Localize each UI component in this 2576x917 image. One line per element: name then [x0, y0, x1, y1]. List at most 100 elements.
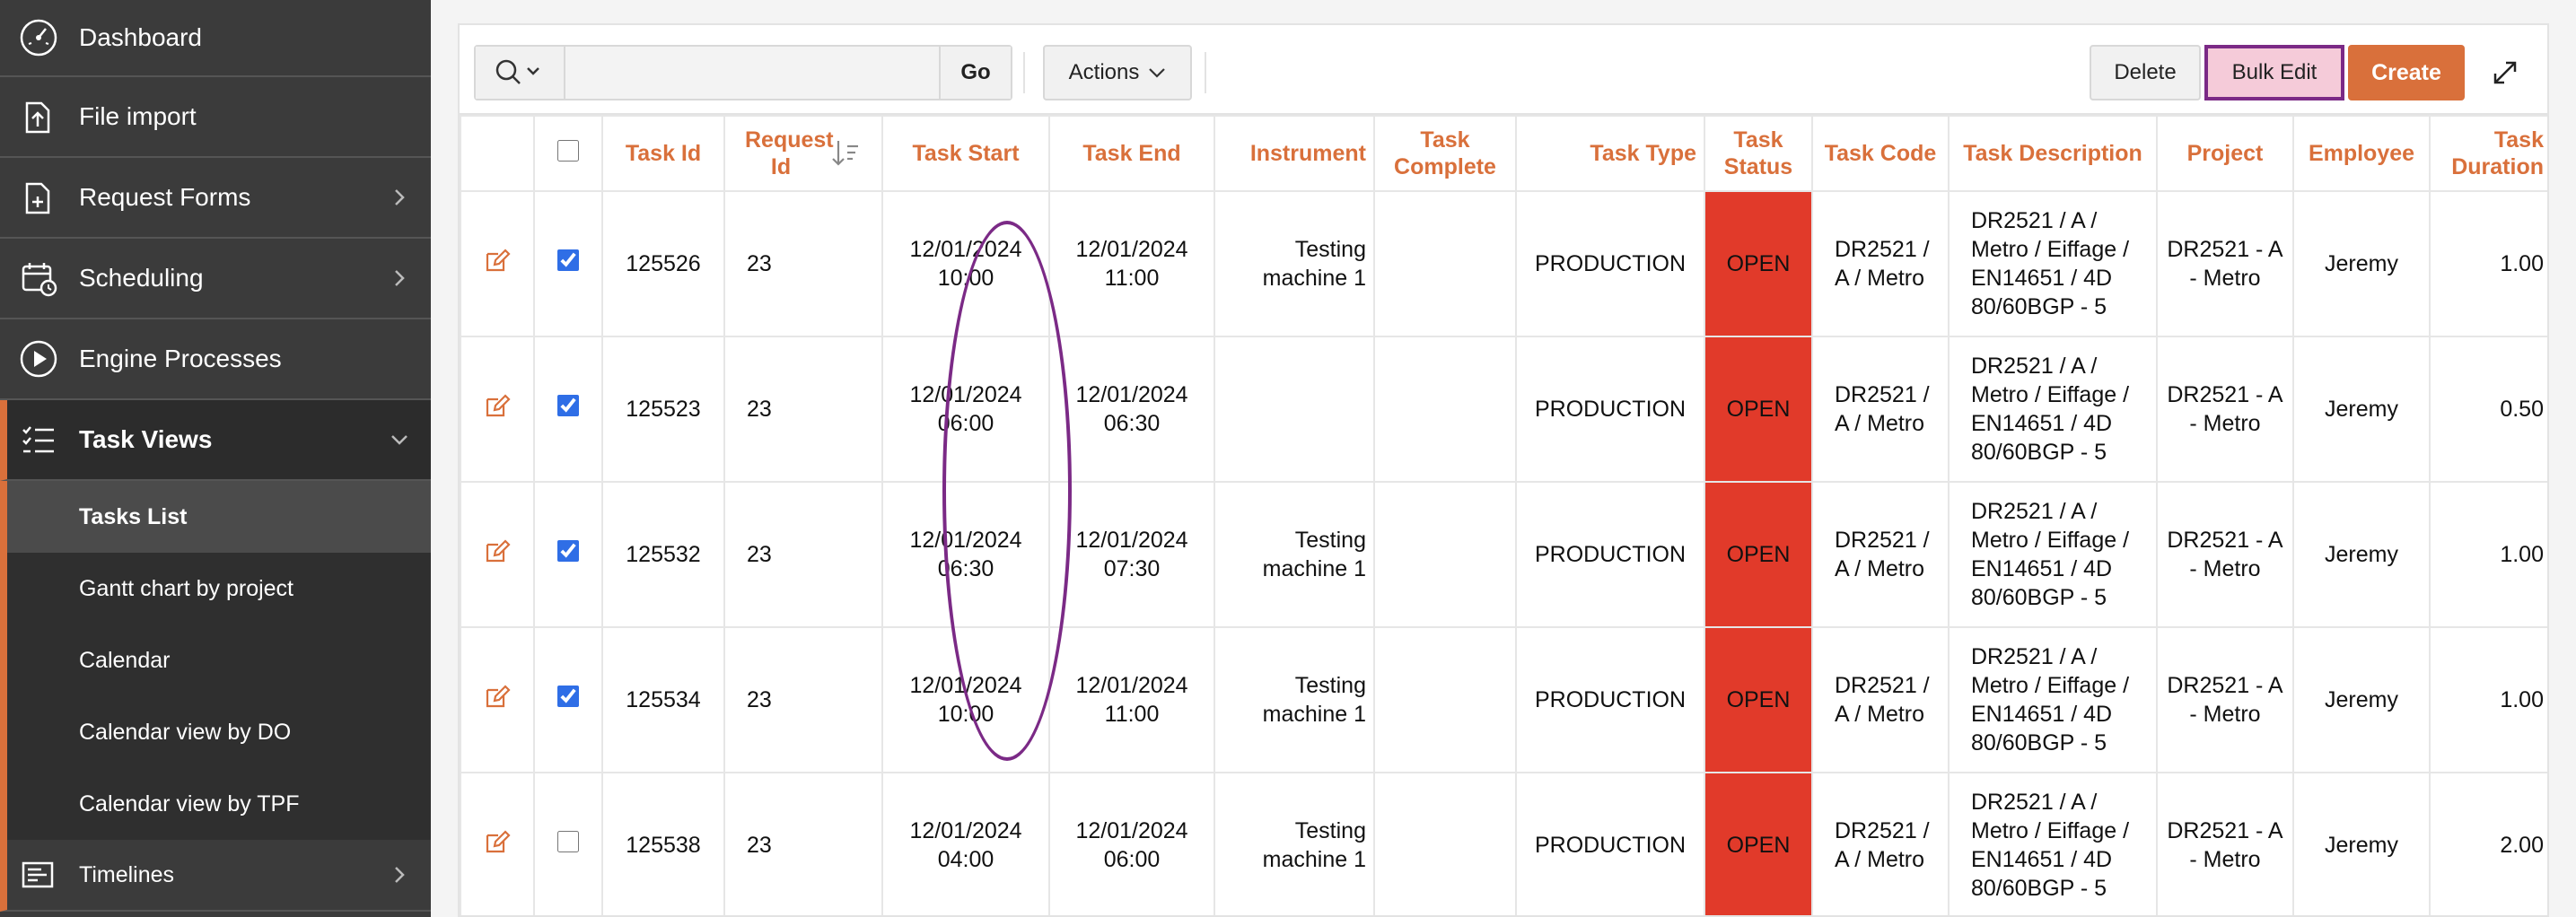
edit-icon[interactable]: [484, 247, 511, 274]
sub-nav-calendar-view-by-tpf[interactable]: Calendar view by TPF: [7, 768, 431, 840]
file-upload-icon: [18, 96, 59, 137]
column-header-task-duration[interactable]: Task Duration: [2429, 115, 2547, 192]
delete-button[interactable]: Delete: [2090, 45, 2201, 100]
edit-icon[interactable]: [484, 392, 511, 419]
cell-task-duration: 1.00: [2429, 190, 2547, 337]
column-header-employee[interactable]: Employee: [2292, 115, 2431, 192]
cell-instrument: Testing machine 1: [1214, 190, 1375, 337]
expand-icon: [2493, 61, 2517, 84]
cell-task-type: PRODUCTION: [1515, 190, 1705, 337]
cell-task-id: 125532: [601, 481, 725, 628]
create-button[interactable]: Create: [2348, 45, 2465, 100]
nav-item-request-forms[interactable]: Request Forms: [0, 158, 431, 239]
sub-nav-tasks-list[interactable]: Tasks List: [7, 481, 431, 553]
nav-item-scheduling[interactable]: Scheduling: [0, 239, 431, 319]
edit-icon[interactable]: [484, 537, 511, 564]
cell-task-code: DR2521 / A / Metro: [1811, 481, 1950, 628]
cell-employee: Jeremy: [2292, 481, 2431, 628]
column-header-task-code[interactable]: Task Code: [1811, 115, 1950, 192]
cell-request-id: 23: [723, 481, 883, 628]
column-header-task-description[interactable]: Task Description: [1948, 115, 2158, 192]
search-icon: [495, 59, 539, 84]
gauge-icon: [18, 17, 59, 58]
cell-task-end: 12/01/2024 11:00: [1048, 190, 1215, 337]
cell-task-duration: 2.00: [2429, 772, 2547, 915]
table-row[interactable]: 125534 23 12/01/2024 10:00 12/01/2024 11:00…: [460, 626, 2547, 773]
task-views-submenu: Tasks List Gantt chart by project Calend…: [0, 481, 431, 840]
table-row[interactable]: 125538 23 12/01/2024 04:00 12/01/2024 06:00…: [460, 772, 2547, 915]
edit-cell: [460, 772, 535, 915]
cell-employee: Jeremy: [2292, 190, 2431, 337]
actions-label: Actions: [1068, 60, 1140, 84]
sub-nav-calendar-view-by-do[interactable]: Calendar view by DO: [7, 696, 431, 768]
table-row[interactable]: 125532 23 12/01/2024 06:30 12/01/2024 07:30…: [460, 481, 2547, 628]
cell-task-id: 125523: [601, 336, 725, 483]
cell-task-code: DR2521 / A / Metro: [1811, 336, 1950, 483]
cell-task-start: 12/01/2024 06:30: [881, 481, 1050, 628]
cell-task-end: 12/01/2024 06:00: [1048, 772, 1215, 915]
cell-task-code: DR2521 / A / Metro: [1811, 190, 1950, 337]
cell-request-id: 23: [723, 336, 883, 483]
edit-icon[interactable]: [484, 683, 511, 710]
column-header-task-id[interactable]: Task Id: [601, 115, 725, 192]
expand-button[interactable]: [2484, 52, 2526, 93]
go-button[interactable]: Go: [939, 47, 1011, 99]
nav-item-file-import[interactable]: File import: [0, 77, 431, 158]
edit-cell: [460, 336, 535, 483]
chevron-down-icon: [1149, 68, 1166, 78]
column-header-task-start[interactable]: Task Start: [881, 115, 1050, 192]
sub-nav-gantt-chart-by-project[interactable]: Gantt chart by project: [7, 553, 431, 624]
cell-task-code: DR2521 / A / Metro: [1811, 626, 1950, 773]
cell-project: DR2521 - A - Metro: [2156, 626, 2294, 773]
edit-column-header: [460, 115, 535, 192]
row-select-checkbox[interactable]: [557, 249, 579, 271]
row-select-checkbox[interactable]: [557, 686, 579, 707]
cell-task-start: 12/01/2024 06:00: [881, 336, 1050, 483]
nav-item-dashboard[interactable]: Dashboard: [0, 0, 431, 77]
select-cell: [533, 626, 603, 773]
nav-item-timelines[interactable]: Timelines: [0, 840, 431, 912]
cell-task-status: OPEN: [1704, 772, 1813, 915]
row-select-checkbox[interactable]: [557, 831, 579, 852]
cell-task-start: 12/01/2024 10:00: [881, 190, 1050, 337]
select-all-checkbox[interactable]: [557, 139, 579, 162]
nav-label: Engine Processes: [79, 345, 282, 372]
column-header-task-complete[interactable]: Task Complete: [1373, 115, 1517, 192]
column-header-project[interactable]: Project: [2156, 115, 2294, 192]
column-header-task-type[interactable]: Task Type: [1515, 115, 1705, 192]
sidebar: Dashboard File import Request Forms Sche…: [0, 0, 431, 917]
edit-cell: [460, 481, 535, 628]
cell-project: DR2521 - A - Metro: [2156, 336, 2294, 483]
nav-label: Timelines: [79, 861, 175, 887]
table-row[interactable]: 125523 23 12/01/2024 06:00 12/01/2024 06:30…: [460, 336, 2547, 483]
actions-menu-button[interactable]: Actions: [1043, 45, 1192, 100]
row-select-checkbox[interactable]: [557, 540, 579, 562]
column-header-request-id[interactable]: Request Id: [723, 115, 883, 192]
bulk-edit-button[interactable]: Bulk Edit: [2204, 45, 2344, 100]
column-header-label: Request Id: [745, 127, 834, 179]
cell-task-end: 12/01/2024 11:00: [1048, 626, 1215, 773]
main-content: Go Actions Delete Bulk Edit Create Task …: [431, 0, 2576, 917]
cell-task-code: DR2521 / A / Metro: [1811, 772, 1950, 915]
edit-icon[interactable]: [484, 828, 511, 855]
search-input[interactable]: [565, 47, 939, 99]
table-row[interactable]: 125526 23 12/01/2024 10:00 12/01/2024 11:00…: [460, 190, 2547, 337]
nav-item-task-views[interactable]: Task Views: [0, 400, 431, 481]
chevron-right-icon: [390, 268, 409, 288]
cell-project: DR2521 - A - Metro: [2156, 190, 2294, 337]
cell-task-type: PRODUCTION: [1515, 772, 1705, 915]
interactive-grid-panel: Go Actions Delete Bulk Edit Create Task …: [458, 23, 2549, 917]
checklist-icon: [18, 419, 59, 460]
nav-item-engine-processes[interactable]: Engine Processes: [0, 319, 431, 400]
column-header-instrument[interactable]: Instrument: [1214, 115, 1375, 192]
row-select-checkbox[interactable]: [557, 395, 579, 416]
file-add-icon: [18, 177, 59, 218]
select-all-header: [533, 115, 603, 192]
column-header-task-status[interactable]: Task Status: [1704, 115, 1813, 192]
cell-instrument: Testing machine 1: [1214, 481, 1375, 628]
search-column-menu-button[interactable]: [476, 47, 565, 99]
cell-request-id: 23: [723, 772, 883, 915]
sub-nav-calendar[interactable]: Calendar: [7, 624, 431, 696]
cell-task-status: OPEN: [1704, 626, 1813, 773]
column-header-task-end[interactable]: Task End: [1048, 115, 1215, 192]
